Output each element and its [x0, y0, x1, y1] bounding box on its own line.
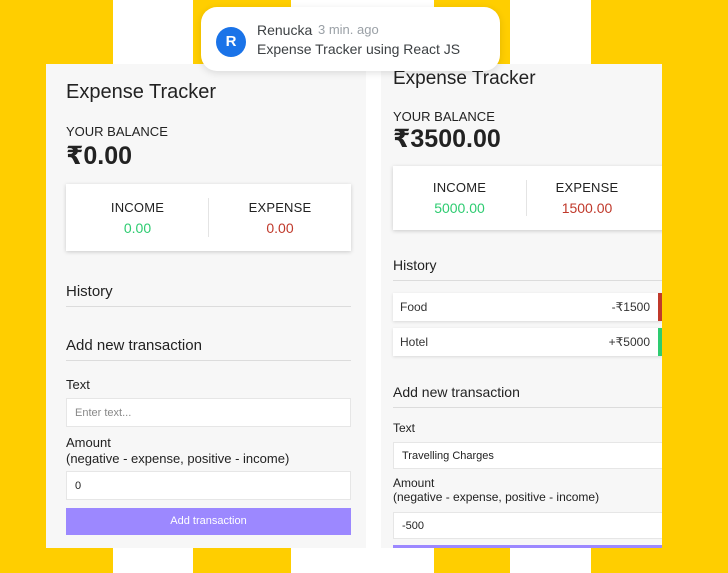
income-section: INCOME 0.00 — [66, 184, 209, 251]
expense-value: 1500.00 — [561, 200, 613, 216]
divider — [66, 306, 351, 307]
notification-card[interactable]: R Renucka 3 min. ago Expense Tracker usi… — [201, 7, 500, 71]
income-value: 5000.00 — [434, 200, 485, 216]
add-transaction-button[interactable]: Add transaction — [66, 508, 351, 535]
notification-time: 3 min. ago — [318, 22, 379, 37]
history-heading: History — [393, 257, 437, 273]
app-title: Expense Tracker — [66, 81, 217, 103]
amount-label: Amount — [393, 476, 435, 490]
expense-label: EXPENSE — [248, 200, 312, 215]
text-input[interactable]: Travelling Charges — [393, 442, 662, 469]
text-input[interactable]: Enter text... — [66, 398, 351, 427]
balance-label: YOUR BALANCE — [66, 124, 168, 139]
expense-section: EXPENSE 1500.00 — [527, 166, 647, 230]
app-title: Expense Tracker — [393, 68, 536, 89]
divider — [393, 407, 662, 408]
amount-input[interactable]: -500 — [393, 512, 662, 539]
text-label: Text — [66, 377, 90, 392]
expense-label: EXPENSE — [555, 180, 619, 195]
history-item-amount: +₹5000 — [608, 335, 650, 349]
add-transaction-heading: Add new transaction — [393, 384, 520, 400]
balance-label: YOUR BALANCE — [393, 109, 495, 124]
add-transaction-button[interactable] — [393, 545, 662, 548]
expense-value: 0.00 — [266, 220, 294, 236]
amount-hint: (negative - expense, positive - income) — [393, 490, 600, 504]
balance-value: ₹3500.00 — [393, 125, 501, 153]
expense-section: EXPENSE 0.00 — [209, 184, 351, 251]
income-indicator — [658, 328, 662, 356]
expense-tracker-empty: Expense Tracker YOUR BALANCE ₹0.00 INCOM… — [46, 64, 366, 548]
income-value: 0.00 — [123, 220, 152, 236]
amount-label: Amount — [66, 435, 111, 450]
balance-value: ₹0.00 — [66, 142, 133, 170]
history-item-hotel[interactable]: Hotel +₹5000 — [393, 328, 662, 356]
amount-input[interactable]: 0 — [66, 471, 351, 500]
income-expense-card: INCOME 0.00 EXPENSE 0.00 — [66, 184, 351, 251]
divider — [393, 280, 662, 281]
history-heading: History — [66, 283, 113, 300]
history-item-amount: -₹1500 — [611, 300, 650, 314]
divider — [66, 360, 351, 361]
text-label: Text — [393, 421, 416, 435]
avatar: R — [216, 27, 246, 57]
add-transaction-heading: Add new transaction — [66, 337, 202, 354]
income-label: INCOME — [110, 200, 165, 215]
history-item-food[interactable]: Food -₹1500 — [393, 293, 662, 321]
amount-hint: (negative - expense, positive - income) — [66, 451, 290, 466]
income-section: INCOME 5000.00 — [393, 166, 526, 230]
expense-tracker-filled: Expense Tracker YOUR BALANCE ₹3500.00 IN… — [381, 64, 662, 548]
notification-author: Renucka — [257, 22, 313, 38]
history-item-name: Hotel — [400, 335, 429, 349]
income-expense-card: INCOME 5000.00 EXPENSE 1500.00 — [393, 166, 662, 230]
history-item-name: Food — [400, 300, 428, 314]
income-label: INCOME — [432, 180, 487, 195]
expense-indicator — [658, 293, 662, 321]
notification-message: Expense Tracker using React JS — [257, 41, 461, 57]
